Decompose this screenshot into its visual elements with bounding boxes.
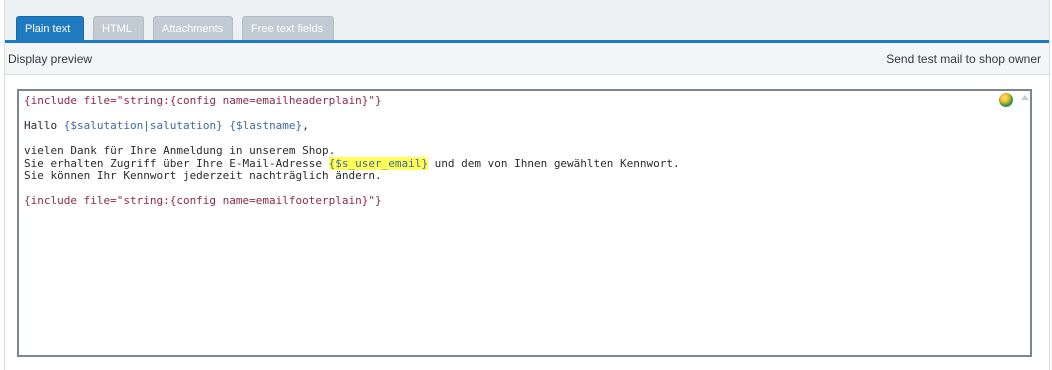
body-text: Sie erhalten Zugriff über Ihre E-Mail-Ad… [24,156,329,170]
template-include-footer: {include file="string:{config name=email… [24,194,382,207]
tab-attachments[interactable]: Attachments [153,16,233,40]
body-text: und dem von Ihnen gewählten Kennwort. [427,156,680,170]
editor-scrollbar[interactable] [1020,91,1030,355]
template-var-salutation: {$salutation|salutation} [63,119,223,132]
editor-content[interactable]: {include file="string:{config name=email… [24,94,1000,208]
body-text: Sie können Ihr Kennwort jederzeit nachtr… [24,169,382,182]
tab-bar: Plain text HTML Attachments Free text fi… [5,0,1049,43]
code-line: {include file="string:{config name=email… [24,94,1000,108]
comma-text: , [302,119,309,132]
body-text: vielen Dank für Ihre Anmeldung in unsere… [24,144,336,157]
tab-plain-text[interactable]: Plain text [16,16,84,40]
plain-text-editor[interactable]: {include file="string:{config name=email… [17,89,1032,357]
tab-html[interactable]: HTML [93,16,144,40]
greeting-text: Hallo [24,119,64,132]
code-line: {include file="string:{config name=email… [24,194,1000,208]
scroll-up-arrow-icon[interactable] [1021,95,1029,100]
template-var-lastname: {$lastname} [229,119,303,132]
template-include-header: {include file="string:{config name=email… [24,94,382,107]
send-test-mail-button[interactable]: Send test mail to shop owner [886,43,1041,75]
display-preview-button[interactable]: Display preview [8,43,92,75]
tab-free-text-fields[interactable]: Free text fields [242,16,334,40]
code-line: Hallo {$salutation|salutation} {$lastnam… [24,119,1000,133]
template-var-user-email-highlighted: {$s_user_email} [328,156,428,170]
editor-toolbar: Display preview Send test mail to shop o… [5,43,1049,75]
globe-icon[interactable] [999,93,1013,107]
code-line: Sie können Ihr Kennwort jederzeit nachtr… [24,169,1000,183]
